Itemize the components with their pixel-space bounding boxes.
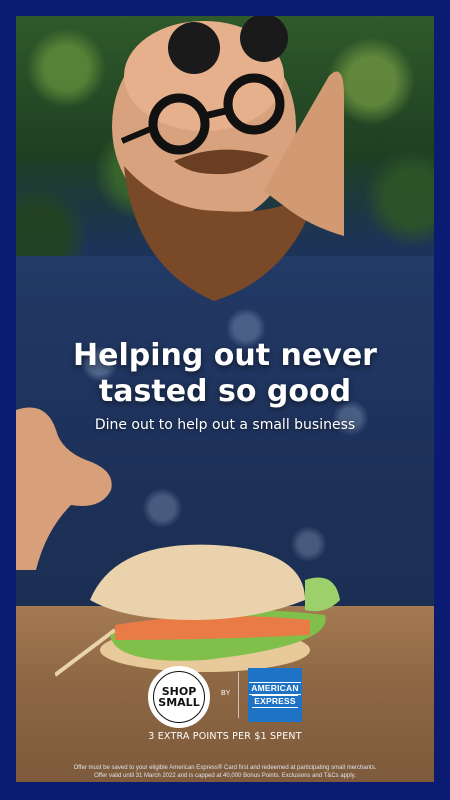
by-label: BY: [221, 690, 231, 697]
logo-divider: [238, 672, 239, 718]
shop-small-ring: [153, 671, 205, 723]
amex-logo: AMERICAN EXPRESS: [248, 668, 302, 722]
fine-print-line-1: Offer must be saved to your eligible Ame…: [73, 765, 377, 771]
shop-small-logo: SHOP SMALL: [148, 666, 210, 728]
headline: Helping out never tasted so good: [16, 338, 434, 410]
amex-line-1: AMERICAN: [249, 682, 301, 695]
fine-print: Offer must be saved to your eligible Ame…: [16, 764, 434, 780]
logo-lockup: SHOP SMALL BY AMERICAN EXPRESS: [16, 660, 434, 730]
burger-illustration: [55, 544, 340, 677]
points-offer: 3 EXTRA POINTS PER $1 SPENT: [148, 731, 302, 742]
headline-line-2: tasted so good: [98, 374, 352, 409]
bearded-man-illustration: [112, 16, 344, 301]
fine-print-line-2: Offer valid until 31 March 2022 and is c…: [94, 773, 356, 779]
amex-line-2: EXPRESS: [252, 695, 298, 708]
headline-line-1: Helping out never: [73, 338, 377, 373]
subheadline: Dine out to help out a small business: [94, 417, 356, 433]
